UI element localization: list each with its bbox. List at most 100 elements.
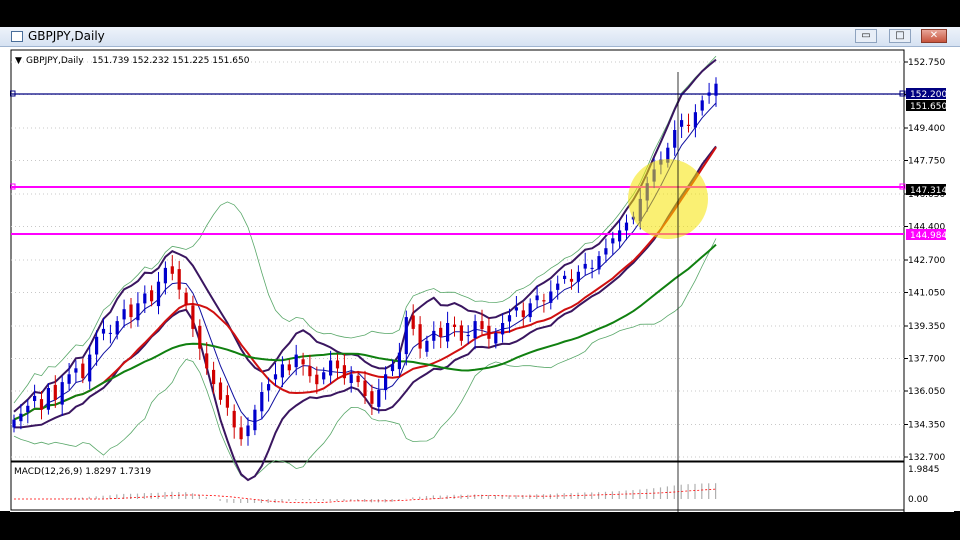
candle-body [232,410,236,428]
macd-bar [618,491,620,499]
chart-window: GBPJPY,Daily ▭ □ ✕ ▼ GBPJPY,Daily 151.73… [0,27,960,512]
candle-body [528,303,532,318]
candle-body [33,395,37,401]
candle-body [700,100,704,111]
candle-body [88,354,92,382]
price-tick-label: 136.050 [908,387,945,397]
candle-body [473,321,477,338]
macd-bar [95,496,97,499]
macd-bar [315,499,317,501]
candle-body [624,222,629,231]
candle-body [686,124,691,126]
candle-body [418,324,422,349]
candle-body [439,327,443,337]
candle-body [260,392,264,412]
pink-line-tag-1: 147.314 [910,186,947,196]
candle-body [363,380,367,396]
macd-bar [467,494,469,499]
candle-body [563,275,567,279]
macd-bar [336,499,338,502]
minimize-button[interactable]: ▭ [855,29,877,43]
candle-body [253,409,257,431]
macd-bar [308,499,311,501]
macd-bar [487,495,490,499]
candle-body [335,360,340,369]
candle-body [143,293,147,304]
macd-bar [611,491,613,499]
symbol-label: GBPJPY,Daily [26,56,84,66]
candle-body [12,419,16,428]
macd-bar [102,495,104,499]
macd-bar [391,499,393,502]
macd-bar [185,492,187,499]
macd-bar [322,499,324,501]
symbol-arrow-icon[interactable]: ▼ [15,56,22,66]
pink-line-tag-2: 144.984 [910,231,947,241]
candle-body [494,332,498,344]
candle-body [267,384,271,391]
maximize-button[interactable]: □ [889,29,911,43]
candle-body [556,283,560,290]
macd-bar [205,497,207,499]
macd-bar [687,484,689,499]
candle-body [150,290,154,302]
macd-bar [708,483,710,499]
candle-body [198,325,202,349]
candle-body [514,307,518,311]
candle-body [191,305,195,329]
candle-body [377,390,381,407]
candle-body [95,336,99,355]
candle-body [308,366,312,377]
window-title: GBPJPY,Daily [28,29,105,43]
price-tick-label: 142.700 [908,256,945,266]
macd-bar [584,492,586,499]
macd-bar [136,493,139,499]
price-tick-label: 134.350 [908,421,945,431]
macd-bar [659,487,662,499]
macd-bar [701,483,703,499]
candle-body [280,364,284,378]
macd-bar [646,488,648,499]
macd-bar [439,495,441,499]
candle-body [74,368,78,373]
macd-bar [240,499,242,503]
macd-bar [295,499,297,501]
candle-body [583,263,587,269]
candle-body [693,112,697,128]
macd-scale-top: 1.9845 [908,465,940,475]
macd-bar [364,499,366,502]
candle-body [184,292,188,306]
candle-body [521,310,525,318]
price-tick-label: 139.350 [908,322,945,332]
candle-body [411,315,415,329]
candle-body [163,267,167,284]
candle-body [404,317,408,355]
candle-body [576,271,580,282]
macd-bar [425,496,428,499]
candle-body [356,375,360,383]
macd-bar [515,495,517,499]
macd-bar [281,499,283,502]
candle-body [39,399,44,410]
macd-bar [412,497,414,499]
macd-bar [591,492,593,499]
macd-bar [639,489,641,499]
macd-bar [143,493,145,499]
window-titlebar[interactable]: GBPJPY,Daily ▭ □ ✕ [0,27,960,47]
macd-bar [164,492,166,499]
candle-body [487,325,491,339]
price-chart[interactable]: ▼ GBPJPY,Daily 151.739 152.232 151.225 1… [10,47,954,512]
price-tick-label: 137.700 [908,355,945,365]
macd-bar [267,499,269,503]
macd-bar [419,496,421,499]
close-button[interactable]: ✕ [921,29,947,43]
candle-body [225,395,229,408]
candle-body [315,374,319,385]
candle-body [342,365,346,379]
candle-body [673,130,677,148]
candle-body [549,291,553,303]
macd-bar [715,483,717,499]
candle-body [604,248,608,255]
candle-body [115,321,119,335]
macd-bar [563,493,565,499]
